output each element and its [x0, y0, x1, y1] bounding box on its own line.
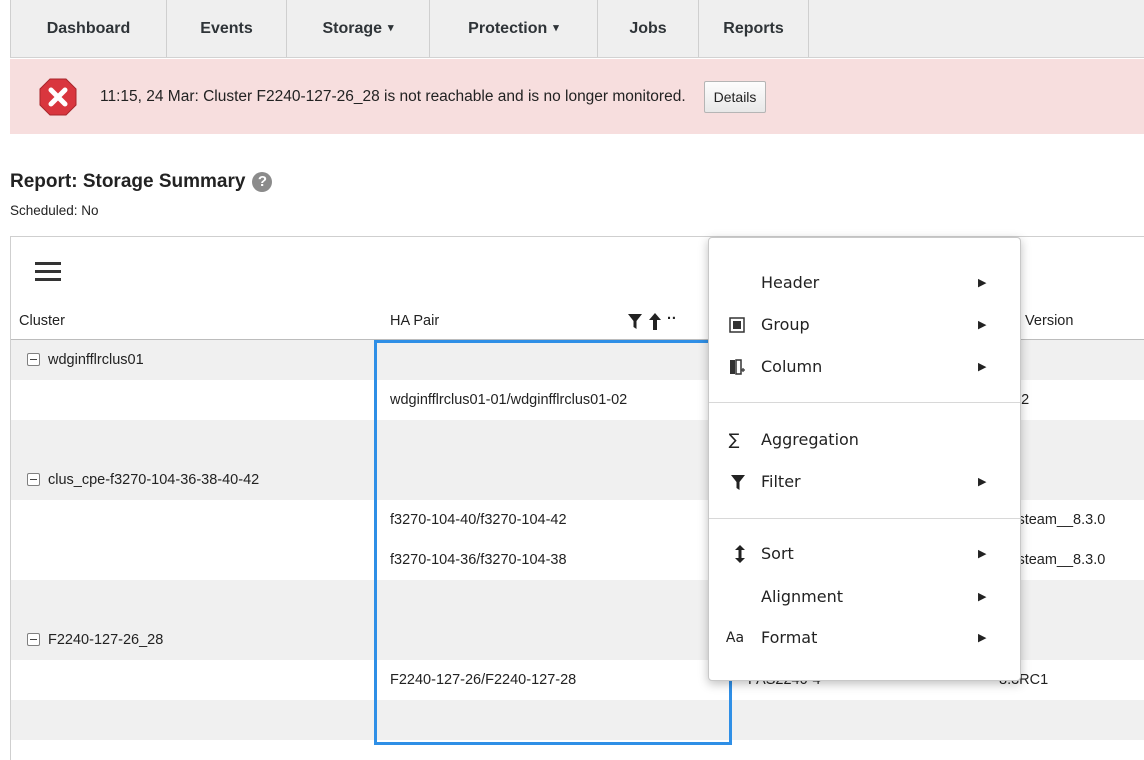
- nav-events[interactable]: Events: [167, 0, 287, 57]
- nav-protection[interactable]: Protection ▾: [430, 0, 598, 57]
- chevron-down-icon: ▾: [388, 22, 394, 34]
- error-icon: [39, 78, 77, 115]
- details-button[interactable]: Details: [703, 80, 767, 113]
- group-icon: [729, 317, 745, 333]
- group-cluster-name: clus_cpe-f3270-104-36-38-40-42: [48, 472, 260, 488]
- menu-separator: [709, 518, 1020, 519]
- nav-reports-label: Reports: [723, 20, 784, 37]
- menu-item-group[interactable]: Group ▶: [709, 307, 1020, 343]
- menu-item-format[interactable]: Aa Format ▶: [709, 620, 1020, 656]
- menu-item-column[interactable]: Column ▶: [709, 349, 1020, 385]
- collapse-icon[interactable]: [27, 353, 40, 366]
- menu-item-alignment[interactable]: Alignment ▶: [709, 579, 1020, 615]
- filter-icon[interactable]: [628, 314, 642, 329]
- column-header-version[interactable]: ; Version: [1017, 304, 1073, 339]
- filter-icon: [731, 475, 745, 490]
- menu-item-header[interactable]: Header ▶: [709, 265, 1020, 301]
- nav-jobs-label: Jobs: [629, 20, 667, 37]
- page-title-text: Report: Storage Summary: [10, 171, 246, 192]
- column-header-ha-pair[interactable]: HA Pair: [390, 304, 439, 339]
- ha-pair-cell: f3270-104-40/f3270-104-42: [390, 512, 567, 528]
- column-header-cluster[interactable]: Cluster: [19, 304, 65, 339]
- help-icon[interactable]: ?: [252, 172, 273, 192]
- chevron-right-icon: ▶: [978, 360, 987, 373]
- nav-storage-label: Storage: [322, 20, 383, 37]
- collapse-icon[interactable]: [27, 473, 40, 486]
- chevron-right-icon: ▶: [978, 276, 987, 289]
- top-nav: Dashboard Events Storage ▾ Protection ▾ Jo…: [10, 0, 1144, 58]
- chevron-right-icon: ▶: [978, 631, 987, 644]
- sigma-icon: ∑: [728, 430, 740, 449]
- group-footer-row: [11, 700, 1144, 740]
- menu-item-filter[interactable]: Filter ▶: [709, 464, 1020, 500]
- sort-ascending-icon[interactable]: [649, 313, 661, 330]
- menu-item-label: Sort: [761, 544, 794, 563]
- collapse-icon[interactable]: [27, 633, 40, 646]
- nav-jobs[interactable]: Jobs: [598, 0, 699, 57]
- more-options-icon[interactable]: ··: [667, 302, 677, 337]
- menu-item-label: Group: [761, 315, 810, 334]
- ha-pair-cell: F2240-127-26/F2240-127-28: [390, 672, 577, 688]
- nav-events-label: Events: [200, 20, 253, 37]
- menu-separator: [709, 402, 1020, 403]
- font-format-icon: Aa: [725, 630, 745, 646]
- column-context-menu: Header ▶ Group ▶ Column ▶ ∑ Aggregation …: [708, 237, 1021, 681]
- page-title: Report: Storage Summary ?: [10, 171, 273, 193]
- chevron-right-icon: ▶: [978, 475, 987, 488]
- version-cell: llsteam__8.3.0: [1011, 512, 1106, 528]
- nav-storage[interactable]: Storage ▾: [287, 0, 430, 57]
- chevron-right-icon: ▶: [978, 547, 987, 560]
- menu-item-label: Aggregation: [761, 430, 859, 449]
- menu-item-sort[interactable]: Sort ▶: [709, 536, 1020, 572]
- nav-protection-label: Protection: [468, 20, 548, 37]
- menu-item-label: Column: [761, 357, 823, 376]
- menu-item-label: Header: [761, 273, 820, 292]
- group-cluster-name: F2240-127-26_28: [48, 632, 164, 648]
- alert-message: 11:15, 24 Mar: Cluster F2240-127-26_28 i…: [100, 87, 686, 105]
- nav-dashboard[interactable]: Dashboard: [10, 0, 167, 57]
- sort-icon: [735, 545, 745, 563]
- hamburger-menu-icon[interactable]: [35, 262, 61, 282]
- group-cluster-name: wdginfflrclus01: [48, 352, 144, 368]
- alert-banner: 11:15, 24 Mar: Cluster F2240-127-26_28 i…: [10, 59, 1144, 134]
- chevron-right-icon: ▶: [978, 590, 987, 603]
- nav-dashboard-label: Dashboard: [46, 20, 131, 37]
- scheduled-status: Scheduled: No: [10, 203, 99, 218]
- chevron-right-icon: ▶: [978, 318, 987, 331]
- menu-item-label: Alignment: [761, 587, 843, 606]
- version-cell: llsteam__8.3.0: [1011, 552, 1106, 568]
- menu-item-label: Filter: [761, 472, 801, 491]
- chevron-down-icon: ▾: [553, 22, 559, 34]
- column-icon: [730, 359, 745, 375]
- menu-item-label: Format: [761, 628, 818, 647]
- ha-pair-cell: wdginfflrclus01-01/wdginfflrclus01-02: [390, 392, 628, 408]
- menu-item-aggregation[interactable]: ∑ Aggregation: [709, 422, 1020, 458]
- ha-pair-cell: f3270-104-36/f3270-104-38: [390, 552, 567, 568]
- nav-reports[interactable]: Reports: [699, 0, 809, 57]
